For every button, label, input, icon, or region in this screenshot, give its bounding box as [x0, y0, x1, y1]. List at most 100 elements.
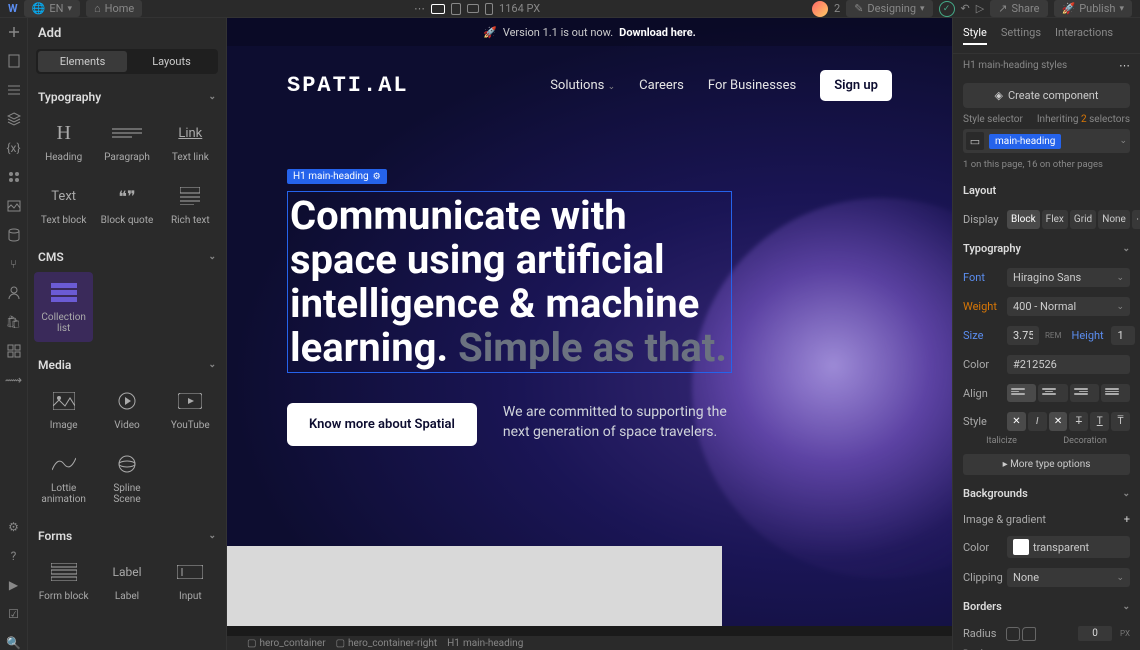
bc-item[interactable]: ▢ hero_container [247, 638, 326, 649]
undo-icon[interactable]: ↶ [961, 2, 970, 15]
section-layout[interactable]: Layout [953, 176, 1140, 205]
navigator-icon[interactable] [6, 82, 21, 97]
section-backgrounds[interactable]: Backgrounds⌄ [953, 479, 1140, 508]
placeholder-block[interactable] [227, 546, 722, 626]
main-heading[interactable]: Communicate with space using artificial … [287, 191, 732, 373]
align-justify[interactable] [1101, 384, 1130, 402]
section-media[interactable]: Media⌄ [28, 350, 226, 380]
tab-interactions[interactable]: Interactions [1055, 26, 1113, 45]
variables-icon[interactable]: {x} [6, 140, 21, 155]
device-mobile-icon[interactable] [485, 3, 493, 15]
assets-icon[interactable] [6, 198, 21, 213]
tab-layouts[interactable]: Layouts [127, 51, 216, 72]
section-typography[interactable]: Typography⌄ [28, 82, 226, 112]
selection-tag[interactable]: H1 main-heading⚙ [287, 169, 387, 184]
device-tablet-icon[interactable] [451, 3, 461, 15]
cms-icon[interactable] [6, 227, 21, 242]
more-icon[interactable]: ⋯ [414, 2, 425, 15]
font-select[interactable]: Hiragino Sans⌄ [1007, 268, 1130, 287]
radius-input[interactable] [1078, 626, 1112, 641]
radius-mode[interactable] [1006, 627, 1036, 641]
el-paragraph[interactable]: Paragraph [97, 112, 156, 171]
search-icon[interactable]: 🔍 [6, 635, 21, 650]
tab-style[interactable]: Style [963, 26, 987, 45]
canvas-page[interactable]: 🚀 Version 1.1 is out now. Download here.… [227, 18, 952, 626]
lang-selector[interactable]: 🌐 EN ▾ [24, 0, 80, 17]
banner-link[interactable]: Download here. [619, 26, 696, 39]
apps-icon[interactable] [6, 343, 21, 358]
deco-overline[interactable]: T̅ [1111, 412, 1130, 431]
audit2-icon[interactable]: ☑ [6, 606, 21, 621]
signup-button[interactable]: Sign up [820, 70, 892, 101]
audit-icon[interactable]: ⟿ [6, 372, 21, 387]
el-video[interactable]: Video [97, 380, 156, 439]
ecommerce-icon[interactable]: 🛍 [6, 314, 21, 329]
create-component-button[interactable]: ◈Create component [963, 83, 1130, 108]
section-typography[interactable]: Typography⌄ [953, 234, 1140, 263]
el-formblock[interactable]: Form block [34, 551, 93, 610]
el-image[interactable]: Image [34, 380, 93, 439]
el-textlink[interactable]: LinkText link [161, 112, 220, 171]
deco-underline[interactable]: T [1090, 412, 1109, 431]
clip-select[interactable]: None⌄ [1007, 568, 1130, 587]
bc-item[interactable]: ▢ hero_container-right [336, 638, 438, 649]
weight-select[interactable]: 400 - Normal⌄ [1007, 297, 1130, 316]
display-grid[interactable]: Grid [1070, 210, 1096, 229]
logic-icon[interactable]: ⑂ [6, 256, 21, 271]
bg-color-input[interactable]: transparent [1007, 536, 1130, 558]
device-mobile-landscape-icon[interactable] [467, 4, 479, 13]
add-icon[interactable] [6, 24, 21, 39]
check-icon[interactable]: ✓ [939, 1, 955, 17]
el-spline[interactable]: Spline Scene [97, 443, 156, 513]
el-richtext[interactable]: Rich text [161, 175, 220, 234]
deco-strike[interactable]: T [1069, 412, 1088, 431]
height-input[interactable] [1111, 326, 1135, 345]
section-cms[interactable]: CMS⌄ [28, 242, 226, 272]
video-icon[interactable]: ▶ [6, 577, 21, 592]
webflow-logo-icon[interactable]: W [8, 2, 18, 15]
section-forms[interactable]: Forms⌄ [28, 521, 226, 551]
nav-businesses[interactable]: For Businesses [708, 78, 796, 93]
align-left[interactable] [1007, 384, 1036, 402]
el-youtube[interactable]: YouTube [161, 380, 220, 439]
more-icon[interactable]: ⋯ [1119, 59, 1130, 72]
italic-on[interactable]: I [1028, 412, 1047, 431]
add-bg-icon[interactable]: + [1124, 513, 1130, 526]
bc-item[interactable]: H1 main-heading [447, 638, 523, 649]
el-label[interactable]: LabelLabel [97, 551, 156, 610]
device-desktop-icon[interactable] [431, 4, 445, 14]
site-logo[interactable]: SPATI.AL [287, 73, 409, 98]
display-block[interactable]: Block [1007, 210, 1040, 229]
more-type-button[interactable]: ▸ More type options [963, 454, 1130, 475]
cta-button[interactable]: Know more about Spatial [287, 403, 477, 446]
display-none[interactable]: None [1098, 210, 1130, 229]
tab-settings[interactable]: Settings [1001, 26, 1041, 45]
avatar[interactable] [812, 1, 828, 17]
preview-icon[interactable]: ▷ [976, 2, 984, 15]
components-icon[interactable] [6, 111, 21, 126]
share-button[interactable]: ↗ Share [990, 0, 1047, 17]
italic-off[interactable]: ✕ [1007, 412, 1026, 431]
tab-elements[interactable]: Elements [38, 51, 127, 72]
el-collection-list[interactable]: Collection list [34, 272, 93, 342]
el-blockquote[interactable]: ❝❞Block quote [97, 175, 156, 234]
pages-icon[interactable] [6, 53, 21, 68]
mode-selector[interactable]: ✎ Designing ▾ [846, 0, 932, 17]
section-borders[interactable]: Borders⌄ [953, 592, 1140, 621]
home-button[interactable]: ⌂ Home [86, 0, 142, 17]
el-heading[interactable]: HHeading [34, 112, 93, 171]
settings-icon[interactable]: ⚙ [6, 519, 21, 534]
size-input[interactable] [1007, 326, 1039, 345]
align-right[interactable] [1070, 384, 1099, 402]
publish-button[interactable]: 🚀 Publish ▾ [1054, 0, 1133, 17]
nav-solutions[interactable]: Solutions ⌄ [550, 78, 615, 93]
styles-icon[interactable] [6, 169, 21, 184]
viewport-size[interactable]: 1164 PX [499, 2, 540, 15]
nav-careers[interactable]: Careers [639, 78, 684, 93]
gear-icon[interactable]: ⚙ [373, 172, 381, 182]
align-center[interactable] [1038, 384, 1067, 402]
display-flex[interactable]: Flex [1042, 210, 1068, 229]
users-icon[interactable] [6, 285, 21, 300]
el-lottie[interactable]: Lottie animation [34, 443, 93, 513]
display-more[interactable]: ⋯ [1132, 210, 1140, 229]
